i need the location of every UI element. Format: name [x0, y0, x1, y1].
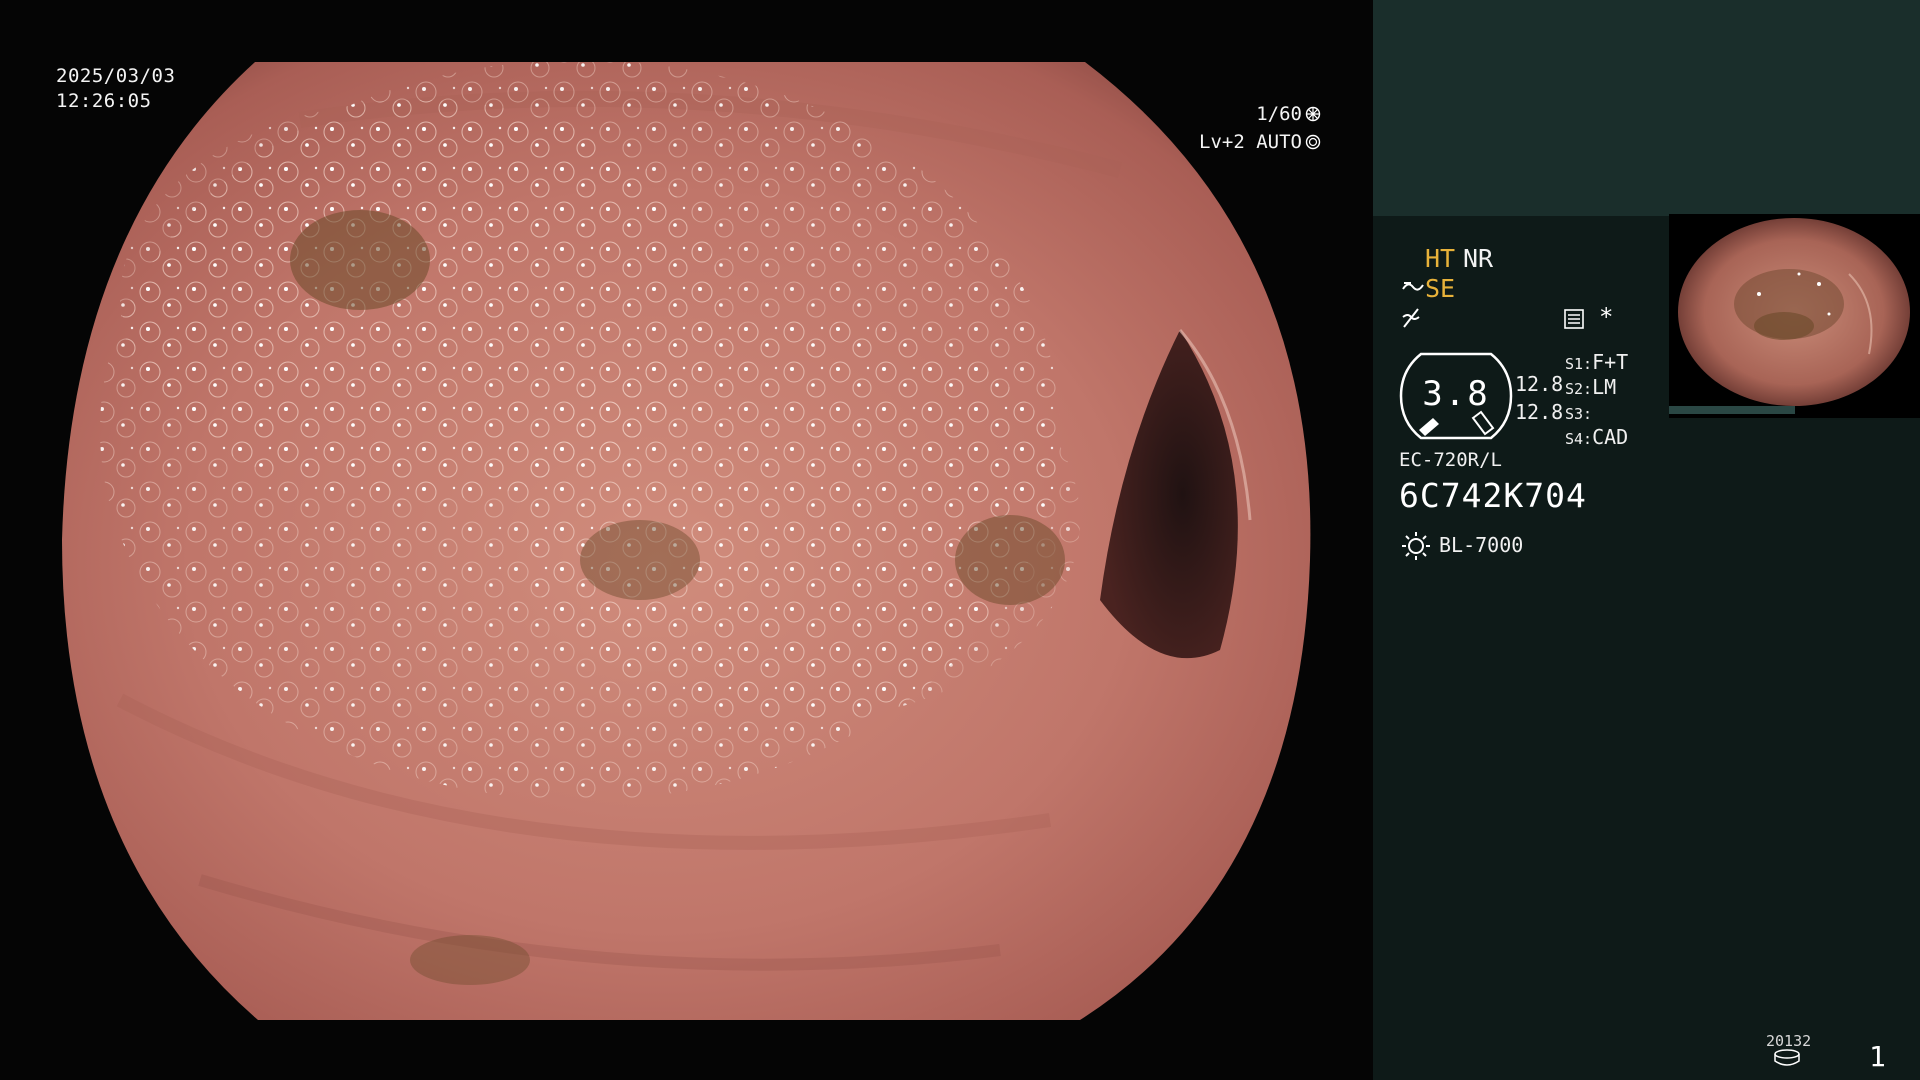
switch-row-s3: S3:: [1565, 400, 1592, 424]
switch-value: LM: [1592, 375, 1617, 399]
switch-value: F+T: [1592, 350, 1629, 374]
brightness-level: Lv+2: [1199, 131, 1245, 153]
document-icon: [1564, 309, 1584, 329]
shutter-speed: 1/60: [1256, 103, 1302, 125]
switch-row-s4: S4:CAD: [1565, 425, 1628, 449]
scope-model: EC-720R/L: [1399, 449, 1502, 471]
disk-icon: [1774, 1049, 1800, 1066]
auto-ring-icon: [1305, 134, 1321, 150]
mode-nr: NR: [1463, 244, 1494, 273]
shutter-icon: [1305, 106, 1321, 122]
info-panel: HT NR SE * 3.8 12.8 12.8 S1:F+T S2:LM S3…: [1373, 0, 1920, 1080]
switch-key: S3:: [1565, 405, 1593, 423]
sun-icon: [1402, 532, 1430, 560]
gauge-sub-1: 12.8: [1515, 372, 1564, 396]
thumbnail-image: [1669, 214, 1920, 418]
page-number: 1: [1869, 1040, 1886, 1073]
tilde-arrow-icon: [1402, 282, 1424, 291]
time-text: 12:26:05: [56, 90, 152, 112]
exposure-mode: AUTO: [1256, 131, 1302, 153]
endoscope-view-area: 2025/03/03 12:26:05 1/60 Lv+2 AUTO: [0, 0, 1373, 1080]
switch-key: S2:: [1565, 380, 1593, 398]
endoscope-image: [62, 62, 1311, 1020]
switch-key: S1:: [1565, 355, 1593, 373]
wave-icon: [1402, 308, 1420, 328]
top-band: [1373, 0, 1920, 216]
mode-se: SE: [1425, 274, 1456, 303]
switch-key: S4:: [1565, 430, 1593, 448]
image-counter: 20132: [1766, 1032, 1812, 1050]
light-source: BL-7000: [1439, 533, 1524, 557]
date-text: 2025/03/03: [56, 65, 176, 87]
switch-row-s2: S2:LM: [1565, 375, 1616, 399]
switch-value: CAD: [1592, 425, 1629, 449]
gauge-sub-2: 12.8: [1515, 400, 1564, 424]
thumbnail-bar: [1669, 406, 1795, 414]
switch-row-s1: S1:F+T: [1565, 350, 1628, 374]
asterisk-icon: *: [1599, 303, 1614, 331]
gauge-value: 3.8: [1422, 374, 1490, 414]
mode-ht: HT: [1425, 244, 1456, 273]
shutter-info: 1/60 Lv+2 AUTO: [1199, 100, 1321, 156]
scope-serial: 6C742K704: [1399, 476, 1587, 515]
date-time: 2025/03/03 12:26:05: [56, 64, 175, 114]
thumbnail-scope-icon: [1669, 214, 1920, 418]
